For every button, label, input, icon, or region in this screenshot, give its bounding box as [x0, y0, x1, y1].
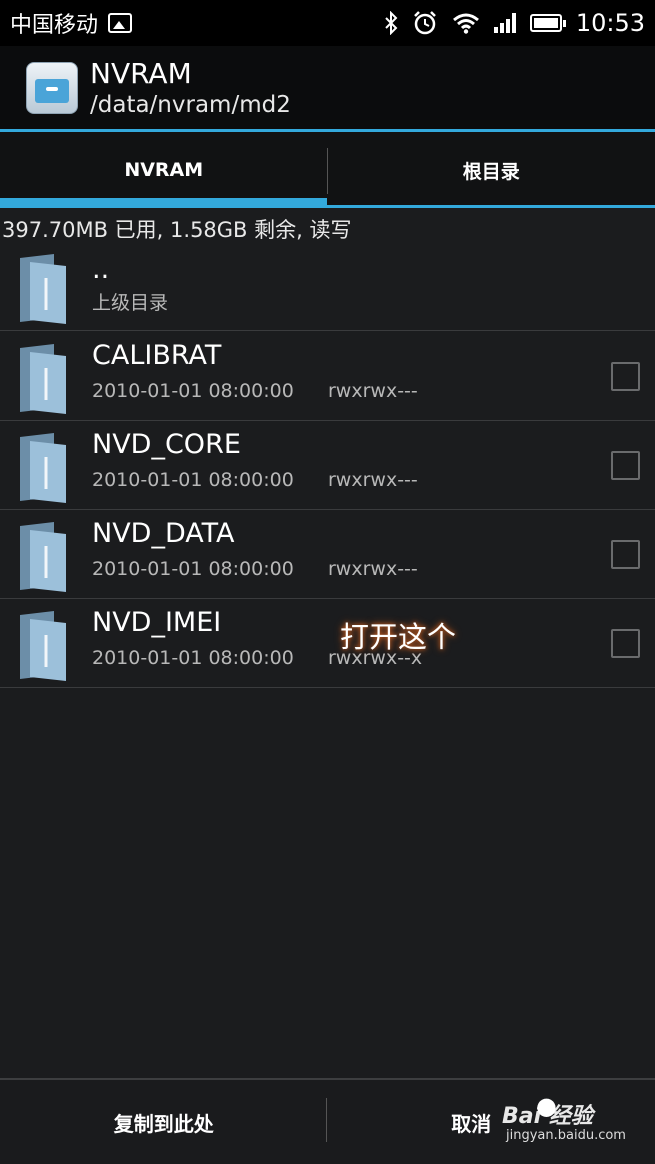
tab-underline [327, 205, 655, 208]
file-date: 2010-01-01 08:00:00 [92, 558, 294, 580]
wifi-icon [452, 13, 479, 34]
signal-icon [493, 13, 516, 33]
file-date: 2010-01-01 08:00:00 [92, 647, 294, 669]
current-path: /data/nvram/md2 [90, 92, 291, 118]
storage-info: 397.70MB 已用, 1.58GB 剩余, 读写 [2, 218, 352, 242]
select-checkbox[interactable] [611, 362, 640, 391]
battery-icon [529, 14, 566, 32]
status-bar: 中国移动 10:53 [0, 0, 655, 46]
bluetooth-icon [385, 11, 398, 35]
folder-icon [20, 344, 66, 414]
tab-active-indicator [0, 198, 327, 208]
list-item[interactable]: CALIBRAT 2010-01-01 08:00:00 rwxrwx--- [0, 332, 655, 421]
annotation-text: 打开这个 [340, 620, 457, 654]
file-permissions: rwxrwx--- [328, 469, 418, 491]
file-permissions: rwxrwx--- [328, 558, 418, 580]
app-bar: NVRAM /data/nvram/md2 [0, 46, 655, 130]
paw-icon: ● [536, 1092, 557, 1120]
select-checkbox[interactable] [611, 451, 640, 480]
file-manager-app-icon[interactable] [26, 62, 78, 114]
parent-dir-name: .. [92, 254, 110, 285]
list-item[interactable]: NVD_IMEI 2010-01-01 08:00:00 rwxrwx--x [0, 599, 655, 688]
file-name: CALIBRAT [92, 340, 222, 371]
folder-icon [20, 254, 66, 324]
folder-icon [20, 611, 66, 681]
file-name: NVD_DATA [92, 518, 235, 549]
list-item[interactable]: NVD_CORE 2010-01-01 08:00:00 rwxrwx--- [0, 421, 655, 510]
copy-here-button[interactable]: 复制到此处 [0, 1080, 328, 1164]
tab-root-directory[interactable]: 根目录 [328, 132, 655, 208]
select-checkbox[interactable] [611, 540, 640, 569]
file-name: NVD_CORE [92, 429, 241, 460]
list-item-parent-directory[interactable]: .. 上级目录 [0, 242, 655, 331]
image-icon [108, 13, 133, 33]
select-checkbox[interactable] [611, 629, 640, 658]
carrier-name: 中国移动 [10, 13, 99, 38]
tab-nvram[interactable]: NVRAM [0, 132, 328, 208]
clock: 10:53 [575, 9, 645, 37]
bottom-bar-divider [326, 1098, 327, 1142]
list-item[interactable]: NVD_DATA 2010-01-01 08:00:00 rwxrwx--- [0, 510, 655, 599]
tab-divider [327, 148, 328, 194]
file-name: NVD_IMEI [92, 607, 222, 638]
file-date: 2010-01-01 08:00:00 [92, 380, 294, 402]
baidu-watermark: Bai 经验 ● jingyan.baidu.com [472, 1090, 642, 1150]
file-date: 2010-01-01 08:00:00 [92, 469, 294, 491]
folder-icon [20, 522, 66, 592]
app-title: NVRAM [90, 57, 192, 90]
alarm-icon [413, 11, 436, 35]
folder-icon [20, 433, 66, 503]
watermark-url: jingyan.baidu.com [506, 1128, 626, 1143]
file-permissions: rwxrwx--- [328, 380, 418, 402]
parent-dir-subtitle: 上级目录 [92, 292, 169, 314]
